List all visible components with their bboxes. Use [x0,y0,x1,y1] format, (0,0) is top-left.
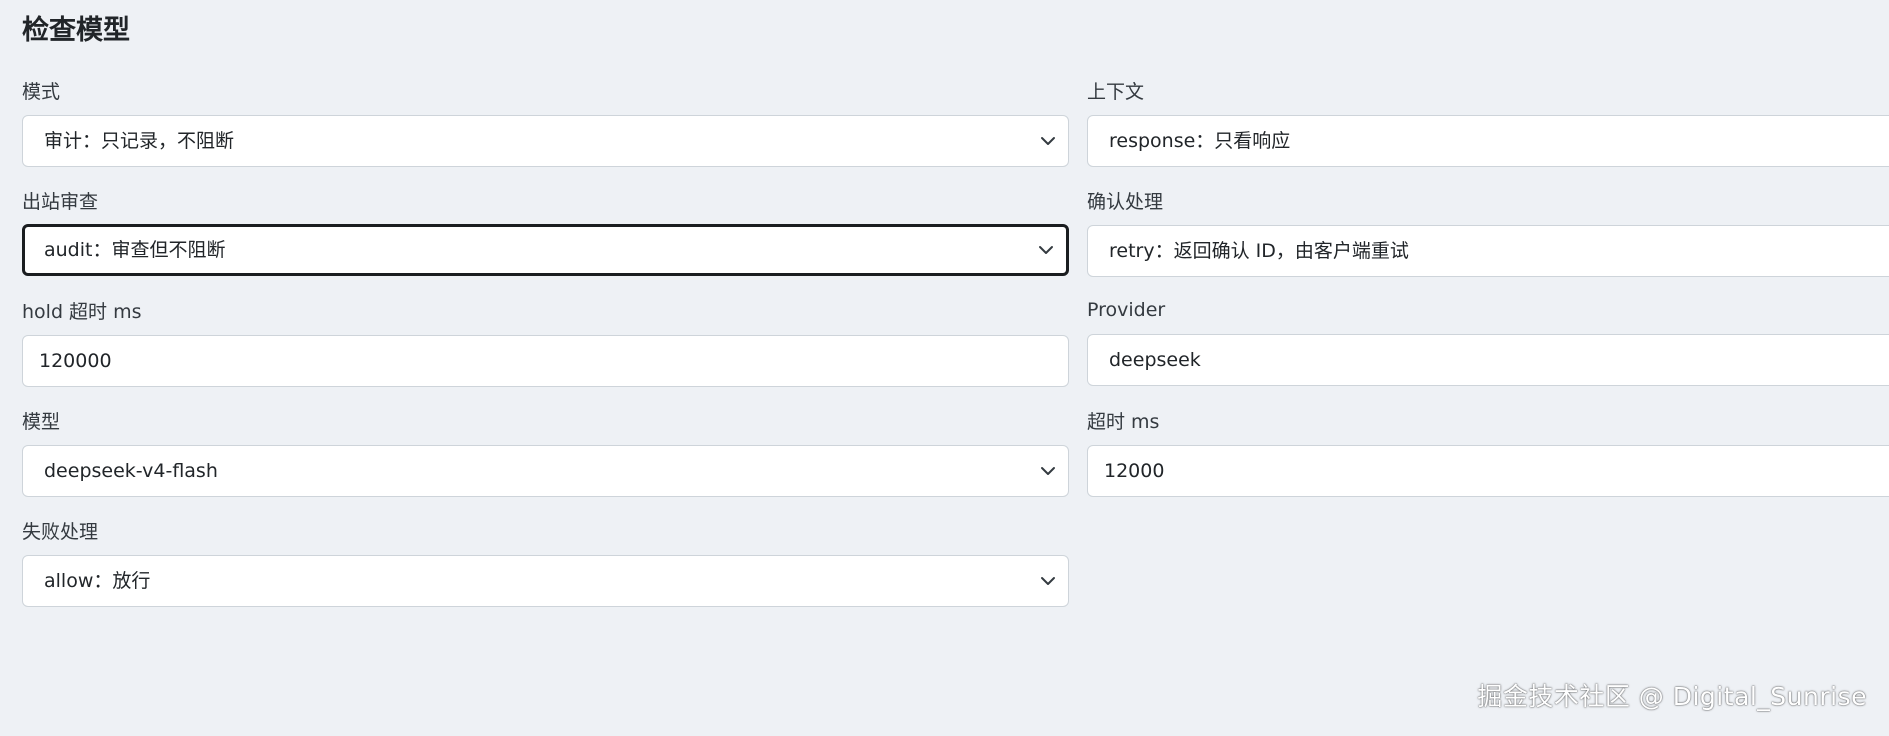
mode-field: 模式 审计：只记录，不阻断 [22,80,1069,170]
mode-select[interactable]: 审计：只记录，不阻断 [22,115,1069,167]
inspection-model-panel: 检查模型 模式 审计：只记录，不阻断 上下文 response：只看响应 出站审… [0,0,1889,736]
mode-label: 模式 [22,81,61,103]
context-label: 上下文 [1087,81,1145,103]
timeout-value: 12000 [1104,460,1165,482]
failure-select-value: allow：放行 [44,570,151,592]
chevron-down-icon [1039,246,1053,254]
context-field: 上下文 response：只看响应 [1087,80,1889,170]
failure-select[interactable]: allow：放行 [22,555,1069,607]
provider-select[interactable]: deepseek [1087,334,1889,386]
mode-select-value: 审计：只记录，不阻断 [44,130,235,152]
model-select[interactable]: deepseek-v4-flash [22,445,1069,497]
provider-label: Provider [1087,299,1166,321]
timeout-field: 超时 ms 12000 [1087,410,1889,500]
outbound-label: 出站审查 [22,191,99,213]
provider-select-value: deepseek [1109,349,1201,371]
hold-timeout-field: hold 超时 ms 120000 [22,300,1069,390]
confirm-field: 确认处理 retry：返回确认 ID，由客户端重试 [1087,190,1889,280]
confirm-label: 确认处理 [1087,191,1164,213]
chevron-down-icon [1041,577,1055,585]
hold-timeout-label: hold 超时 ms [22,301,142,323]
provider-field: Provider deepseek [1087,298,1889,390]
outbound-select-value: audit：审查但不阻断 [44,239,226,261]
page-title: 检查模型 [22,15,130,46]
chevron-down-icon [1041,137,1055,145]
timeout-label: 超时 ms [1087,411,1160,433]
failure-field: 失败处理 allow：放行 [22,520,1069,610]
chevron-down-icon [1041,467,1055,475]
model-label: 模型 [22,411,61,433]
model-select-value: deepseek-v4-flash [44,460,218,482]
outbound-field: 出站审查 audit：审查但不阻断 [22,190,1069,280]
confirm-select-value: retry：返回确认 ID，由客户端重试 [1109,240,1409,262]
hold-timeout-value: 120000 [39,350,112,372]
watermark: 掘金技术社区 @ Digital_Sunrise [1477,682,1867,711]
hold-timeout-input[interactable]: 120000 [22,335,1069,387]
outbound-select[interactable]: audit：审查但不阻断 [22,224,1069,276]
context-select[interactable]: response：只看响应 [1087,115,1889,167]
model-field: 模型 deepseek-v4-flash [22,410,1069,500]
confirm-select[interactable]: retry：返回确认 ID，由客户端重试 [1087,225,1889,277]
context-select-value: response：只看响应 [1109,130,1291,152]
failure-label: 失败处理 [22,521,99,543]
timeout-input[interactable]: 12000 [1087,445,1889,497]
